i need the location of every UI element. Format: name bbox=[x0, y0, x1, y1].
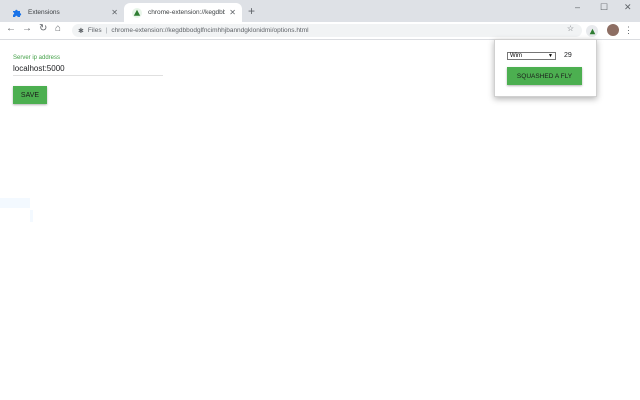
reload-icon[interactable]: ↻ bbox=[39, 23, 47, 34]
new-tab-icon[interactable]: + bbox=[248, 4, 255, 18]
fly-count: 29 bbox=[564, 52, 572, 59]
scheme-label: Files bbox=[87, 27, 102, 34]
forward-icon[interactable]: → bbox=[22, 23, 32, 34]
server-ip-input[interactable]: localhost:5000 bbox=[13, 64, 163, 76]
maximize-icon[interactable]: ☐ bbox=[600, 2, 608, 13]
server-ip-label: Server ip address bbox=[13, 55, 61, 61]
url-text: chrome-extension://kegdbbodglfncimhhjban… bbox=[111, 27, 309, 34]
squashed-fly-button[interactable]: SQUASHED A FLY bbox=[507, 67, 582, 85]
user-select[interactable]: Wim ▼ bbox=[507, 52, 556, 60]
extension-triangle-icon bbox=[132, 7, 142, 18]
extension-popup: Wim ▼ 29 SQUASHED A FLY bbox=[494, 39, 597, 97]
tab-extensions[interactable]: Extensions ✕ bbox=[4, 3, 124, 22]
home-icon[interactable]: ⌂ bbox=[55, 23, 61, 34]
tab-title: chrome-extension://kegdbbodglfn bbox=[148, 9, 226, 16]
render-artifact bbox=[30, 210, 33, 222]
address-bar[interactable]: ✱ Files | chrome-extension://kegdbbodglf… bbox=[72, 24, 582, 37]
avatar[interactable] bbox=[607, 24, 619, 36]
extension-action-button[interactable] bbox=[586, 25, 598, 37]
render-artifact bbox=[0, 198, 30, 208]
extension-triangle-icon bbox=[589, 28, 595, 34]
tab-options[interactable]: chrome-extension://kegdbbodglfn ✕ bbox=[124, 3, 242, 22]
back-icon[interactable]: ← bbox=[6, 23, 16, 34]
extensions-puzzle-icon bbox=[13, 9, 22, 17]
window-close-icon[interactable]: ✕ bbox=[624, 2, 632, 13]
user-select-value: Wim bbox=[510, 53, 522, 59]
star-icon[interactable]: ☆ bbox=[567, 24, 574, 33]
separator: | bbox=[105, 27, 108, 34]
minimize-icon[interactable]: – bbox=[575, 2, 580, 12]
puzzle-icon: ✱ bbox=[78, 27, 84, 35]
chevron-down-icon: ▼ bbox=[548, 53, 553, 59]
save-button[interactable]: SAVE bbox=[13, 86, 47, 104]
close-icon[interactable]: ✕ bbox=[111, 8, 118, 17]
tab-strip: Extensions ✕ chrome-extension://kegdbbod… bbox=[0, 0, 640, 22]
tab-title: Extensions bbox=[28, 9, 60, 16]
menu-icon[interactable]: ⋮ bbox=[624, 25, 633, 36]
close-icon[interactable]: ✕ bbox=[229, 8, 236, 17]
browser-toolbar: ← → ↻ ⌂ ✱ Files | chrome-extension://keg… bbox=[0, 22, 640, 40]
